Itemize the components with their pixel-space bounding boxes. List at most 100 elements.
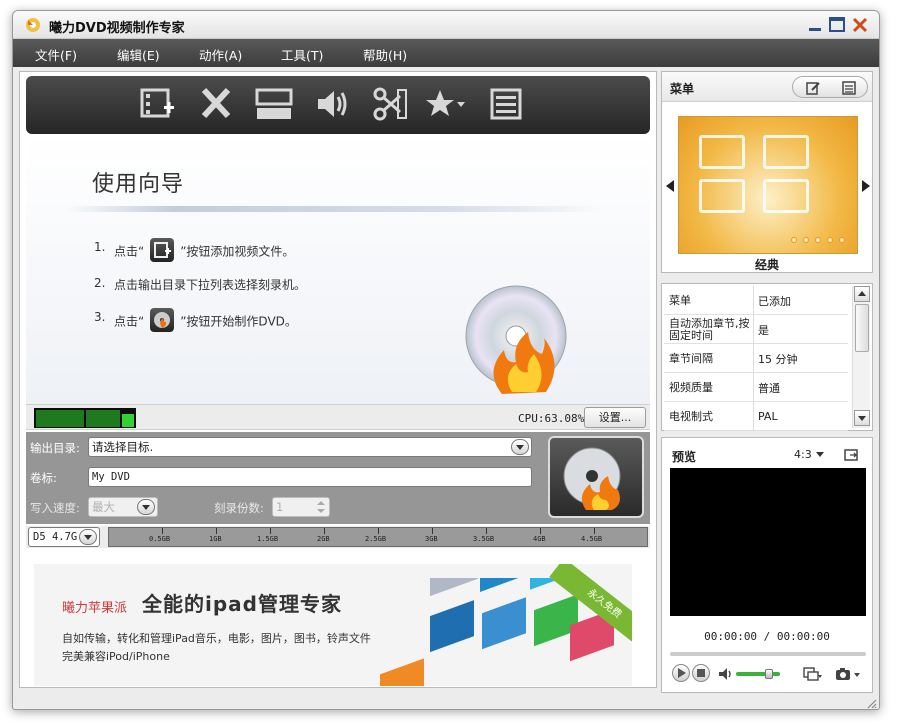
clip-icon[interactable] [370, 86, 410, 122]
menu-file[interactable]: 文件(F) [35, 45, 77, 64]
settings-scrollbar[interactable] [852, 286, 870, 428]
ruler-label: 3GB [425, 535, 438, 543]
guide-title: 使用向导 [92, 172, 185, 197]
ruler-tick [594, 528, 595, 534]
audio-icon[interactable] [312, 86, 352, 122]
audio-track-icon[interactable] [802, 666, 822, 682]
ruler-tick [486, 528, 487, 534]
setting-value: PAL [758, 410, 778, 423]
menu-action[interactable]: 动作(A) [199, 45, 242, 64]
menu-help[interactable]: 帮助(H) [363, 45, 407, 64]
scroll-thumb[interactable] [855, 304, 869, 352]
toolbar [26, 76, 650, 134]
chevron-down-icon[interactable] [511, 439, 529, 455]
thumb-frame [763, 179, 809, 213]
edit-icon[interactable] [805, 80, 821, 96]
thumb-dot [815, 237, 821, 243]
ruler-tick [270, 528, 271, 534]
add-video-icon [150, 238, 175, 262]
write-speed-value: 最大 [92, 500, 115, 514]
scroll-down-icon[interactable] [854, 410, 870, 426]
ruler-label: 4.5GB [581, 535, 603, 543]
previous-template-icon[interactable] [666, 180, 674, 192]
status-bar: CPU:63.08% 设置... [26, 404, 650, 430]
step-number: 2. [94, 276, 106, 290]
ruler-label: 3.5GB [473, 535, 495, 543]
step-text: 点击“ ”按钮开始制作DVD。 [114, 308, 297, 334]
spin-icon[interactable] [314, 498, 328, 516]
menu-panel-title: 菜单 [670, 82, 695, 96]
ad-compatibility: 完美兼容iPod/iPhone [62, 650, 170, 663]
menu-tools[interactable]: 工具(T) [281, 45, 323, 64]
menu-template-thumbnail[interactable] [678, 116, 858, 254]
stop-button[interactable] [692, 664, 710, 682]
menu-edit[interactable]: 编辑(E) [117, 45, 160, 64]
volume-slider[interactable] [736, 672, 780, 676]
ad-brand: 曦力苹果派 [62, 601, 128, 616]
subtitle-icon[interactable] [254, 86, 294, 122]
thumb-frame [699, 179, 745, 213]
next-template-icon[interactable] [862, 180, 870, 192]
setting-value: 已添加 [758, 294, 791, 308]
chapter-list-icon[interactable] [486, 86, 526, 122]
detach-preview-icon[interactable] [844, 448, 858, 462]
dvd-flame-illustration [465, 285, 567, 394]
scroll-up-icon[interactable] [854, 286, 870, 302]
ruler-tick [216, 528, 217, 534]
guide-panel: 使用向导 1. 点击“ ”按钮添加视频文件。 2. 点击输出目录下拉列表选择刻录机… [26, 134, 650, 404]
burn-button[interactable] [548, 436, 644, 518]
template-name: 经典 [754, 258, 779, 272]
window-title: 曦力DVD视频制作专家 [49, 21, 185, 36]
volume-knob[interactable] [765, 669, 773, 679]
cpu-graph [34, 408, 136, 428]
output-dir-label: 输出目录: [30, 441, 80, 455]
ruler-label: 1GB [209, 535, 222, 543]
settings-button[interactable]: 设置... [584, 407, 646, 428]
seek-bar[interactable] [670, 652, 866, 656]
settings-row[interactable]: 章节间隔 15 分钟 [664, 344, 848, 373]
menu-panel-buttons [792, 76, 868, 98]
add-video-icon[interactable] [138, 86, 178, 122]
copies-stepper[interactable]: 1 [272, 497, 330, 517]
thumb-dot [839, 237, 845, 243]
maximize-icon[interactable] [827, 15, 847, 35]
chevron-down-icon [816, 452, 825, 457]
write-speed-select[interactable]: 最大 [88, 497, 158, 517]
delete-icon[interactable] [196, 86, 236, 122]
output-dir-value: 请选择目标. [92, 440, 154, 454]
disc-type-select[interactable]: D5 4.7G [28, 527, 100, 547]
close-icon[interactable] [850, 15, 870, 35]
minimize-icon[interactable] [805, 15, 825, 35]
setting-key: 菜单 [666, 286, 754, 315]
play-button[interactable] [672, 664, 690, 682]
list-icon[interactable] [841, 80, 857, 96]
ad-banner[interactable]: 曦力苹果派 全能的ipad管理专家 自如传输，转化和管理iPad音乐，电影，图片… [34, 564, 632, 686]
settings-row[interactable]: 自动添加章节,按固定时间 是 [664, 315, 848, 344]
aspect-ratio-value: 4:3 [794, 448, 812, 461]
chevron-down-icon[interactable] [137, 499, 155, 515]
app-logo-icon [26, 18, 40, 32]
chevron-down-icon[interactable] [79, 529, 97, 545]
snapshot-icon[interactable] [834, 667, 862, 681]
main-panel: 使用向导 1. 点击“ ”按钮添加视频文件。 2. 点击输出目录下拉列表选择刻录机… [19, 71, 657, 688]
ad-headline: 全能的ipad管理专家 [142, 592, 342, 616]
setting-key: 电视制式 [666, 402, 754, 431]
ruler-label: 4GB [533, 535, 546, 543]
settings-row[interactable]: 电视制式 PAL [664, 402, 848, 431]
volume-icon[interactable] [718, 667, 734, 681]
volume-input[interactable]: My DVD [88, 467, 532, 487]
settings-row[interactable]: 菜单 已添加 [664, 286, 848, 315]
thumb-dot [827, 237, 833, 243]
ruler-tick [540, 528, 541, 534]
capacity-ruler: 0.5GB 1GB 1.5GB 2GB 2.5GB 3GB 3.5GB 4GB … [108, 527, 648, 547]
menu-panel-header: 菜单 [662, 72, 872, 102]
aspect-ratio-select[interactable]: 4:3 [794, 448, 825, 461]
output-dir-select[interactable]: 请选择目标. [88, 437, 532, 457]
ruler-label: 1.5GB [257, 535, 279, 543]
settings-row[interactable]: 视频质量 普通 [664, 373, 848, 402]
resize-grip-icon[interactable] [865, 697, 877, 709]
burn-disc-icon [563, 447, 621, 510]
effect-icon[interactable] [426, 86, 466, 122]
ruler-label: 2.5GB [365, 535, 387, 543]
ruler-tick [378, 528, 379, 534]
